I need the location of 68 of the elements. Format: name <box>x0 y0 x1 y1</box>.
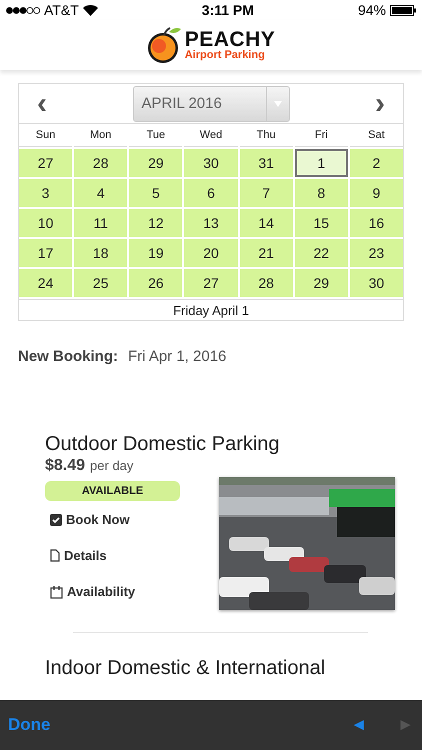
calendar-day[interactable]: 13 <box>184 209 238 237</box>
selected-date: Friday April 1 <box>19 299 403 320</box>
calendar-day[interactable]: 10 <box>19 209 72 237</box>
calendar-day[interactable]: 12 <box>129 209 182 237</box>
calendar-day[interactable]: 31 <box>240 149 293 177</box>
carrier: AT&T <box>44 2 79 18</box>
weekday-label: Tue <box>129 124 182 147</box>
calendar-day[interactable]: 22 <box>294 239 348 267</box>
weekday-label: Thu <box>240 124 293 147</box>
month-select[interactable]: APRIL 2016 <box>132 86 290 122</box>
calendar-day[interactable]: 11 <box>74 209 128 237</box>
weekday-label: Sun <box>19 124 72 147</box>
action-link[interactable]: Availability <box>45 574 180 609</box>
calendar-day[interactable]: 14 <box>240 209 293 237</box>
calendar-day[interactable]: 25 <box>74 269 128 297</box>
action-link[interactable]: Details <box>45 538 180 573</box>
peach-logo-icon <box>146 26 183 64</box>
calendar-day[interactable]: 28 <box>74 149 128 177</box>
listing-title: Indoor Domestic & International <box>45 657 326 680</box>
calendar-day[interactable]: 21 <box>240 239 293 267</box>
weekday-label: Wed <box>184 124 238 147</box>
calendar-day[interactable]: 29 <box>129 149 182 177</box>
price-unit: per day <box>90 458 134 473</box>
calendar-day[interactable]: 6 <box>184 179 238 207</box>
clock: 3:11 PM <box>202 2 254 18</box>
price: $8.49 <box>45 457 86 475</box>
brand-name: PEACHY <box>184 29 276 50</box>
weekday-label: Fri <box>294 124 348 147</box>
battery-percent: 94% <box>358 2 386 18</box>
document-icon <box>50 549 60 562</box>
wifi-icon <box>82 4 98 16</box>
calendar-day[interactable]: 5 <box>129 179 182 207</box>
calendar-day[interactable]: 17 <box>19 239 72 267</box>
calendar-day[interactable]: 23 <box>350 239 403 267</box>
signal-icon <box>6 6 40 14</box>
calendar-day[interactable]: 18 <box>74 239 128 267</box>
calendar-day[interactable]: 27 <box>19 149 72 177</box>
calendar-day[interactable]: 15 <box>294 209 348 237</box>
checkbox-icon <box>50 514 62 526</box>
calendar-day[interactable]: 9 <box>350 179 403 207</box>
calendar-day[interactable]: 19 <box>129 239 182 267</box>
calendar-icon <box>50 584 63 598</box>
calendar-day[interactable]: 3 <box>19 179 72 207</box>
previous-month-button[interactable]: ‹ <box>37 88 47 118</box>
booking-date: Fri Apr 1, 2016 <box>128 348 226 365</box>
weekday-label: Mon <box>74 124 128 147</box>
calendar-day[interactable]: 8 <box>294 179 348 207</box>
calendar-day[interactable]: 27 <box>184 269 238 297</box>
calendar-day[interactable]: 4 <box>74 179 128 207</box>
calendar-day[interactable]: 7 <box>240 179 293 207</box>
brand-tagline: Airport Parking <box>184 50 266 61</box>
action-link[interactable]: Book Now <box>45 502 180 537</box>
booking-label: New Booking: <box>18 348 118 365</box>
availability-badge: AVAILABLE <box>45 481 180 501</box>
calendar-day[interactable]: 2 <box>350 149 403 177</box>
next-month-button[interactable]: › <box>375 88 385 118</box>
calendar-day[interactable]: 20 <box>184 239 238 267</box>
calendar-day[interactable]: 30 <box>184 149 238 177</box>
listing-title: Outdoor Domestic Parking <box>45 433 281 456</box>
calendar-day[interactable]: 26 <box>129 269 182 297</box>
battery-icon <box>390 4 416 16</box>
calendar-day[interactable]: 24 <box>19 269 72 297</box>
calendar-day[interactable]: 30 <box>350 269 403 297</box>
calendar-day[interactable]: 29 <box>294 269 348 297</box>
weekday-label: Sat <box>350 124 403 147</box>
calendar-day[interactable]: 16 <box>350 209 403 237</box>
calendar-day[interactable]: 1 <box>294 149 348 177</box>
calendar-day[interactable]: 28 <box>240 269 293 297</box>
